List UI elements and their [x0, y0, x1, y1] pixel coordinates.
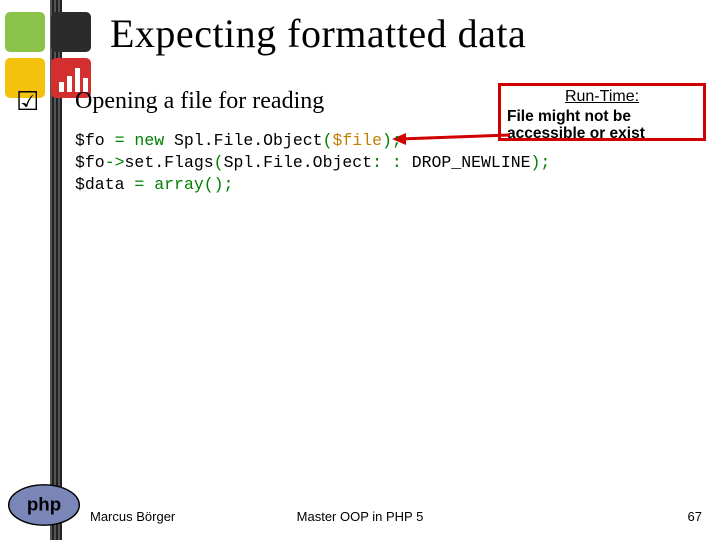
code-punct: );: [382, 131, 402, 150]
code-text: Spl.File.Object: [174, 131, 323, 150]
code-text: set.Flags: [125, 153, 214, 172]
code-text: Spl.File.Object: [224, 153, 373, 172]
code-punct: ->: [105, 153, 125, 172]
code-punct: =: [134, 175, 154, 194]
code-text: $fo: [75, 153, 105, 172]
code-punct: : :: [372, 153, 412, 172]
code-block: $fo = new Spl.File.Object($file); $fo->s…: [75, 130, 550, 196]
logo-bar: [67, 76, 72, 92]
code-keyword: array: [154, 175, 204, 194]
code-text: $fo: [75, 131, 115, 150]
code-variable: $file: [332, 131, 382, 150]
code-text: $data: [75, 175, 134, 194]
logo-bar: [59, 82, 64, 92]
annotation-heading: Run-Time:: [507, 88, 697, 106]
code-punct: (: [214, 153, 224, 172]
logo-square-black: [51, 12, 91, 52]
slide-title: Expecting formatted data: [110, 10, 526, 57]
code-text: DROP_NEWLINE: [412, 153, 531, 172]
footer-page-number: 67: [688, 509, 702, 524]
code-punct: (: [323, 131, 333, 150]
code-keyword: = new: [115, 131, 174, 150]
code-punct: ();: [204, 175, 234, 194]
logo-square-green: [5, 12, 45, 52]
footer-title: Master OOP in PHP 5: [0, 509, 720, 524]
code-punct: );: [531, 153, 551, 172]
checkmark-bullet-icon: ☑: [16, 86, 39, 117]
slide-subtitle: Opening a file for reading: [75, 88, 324, 115]
